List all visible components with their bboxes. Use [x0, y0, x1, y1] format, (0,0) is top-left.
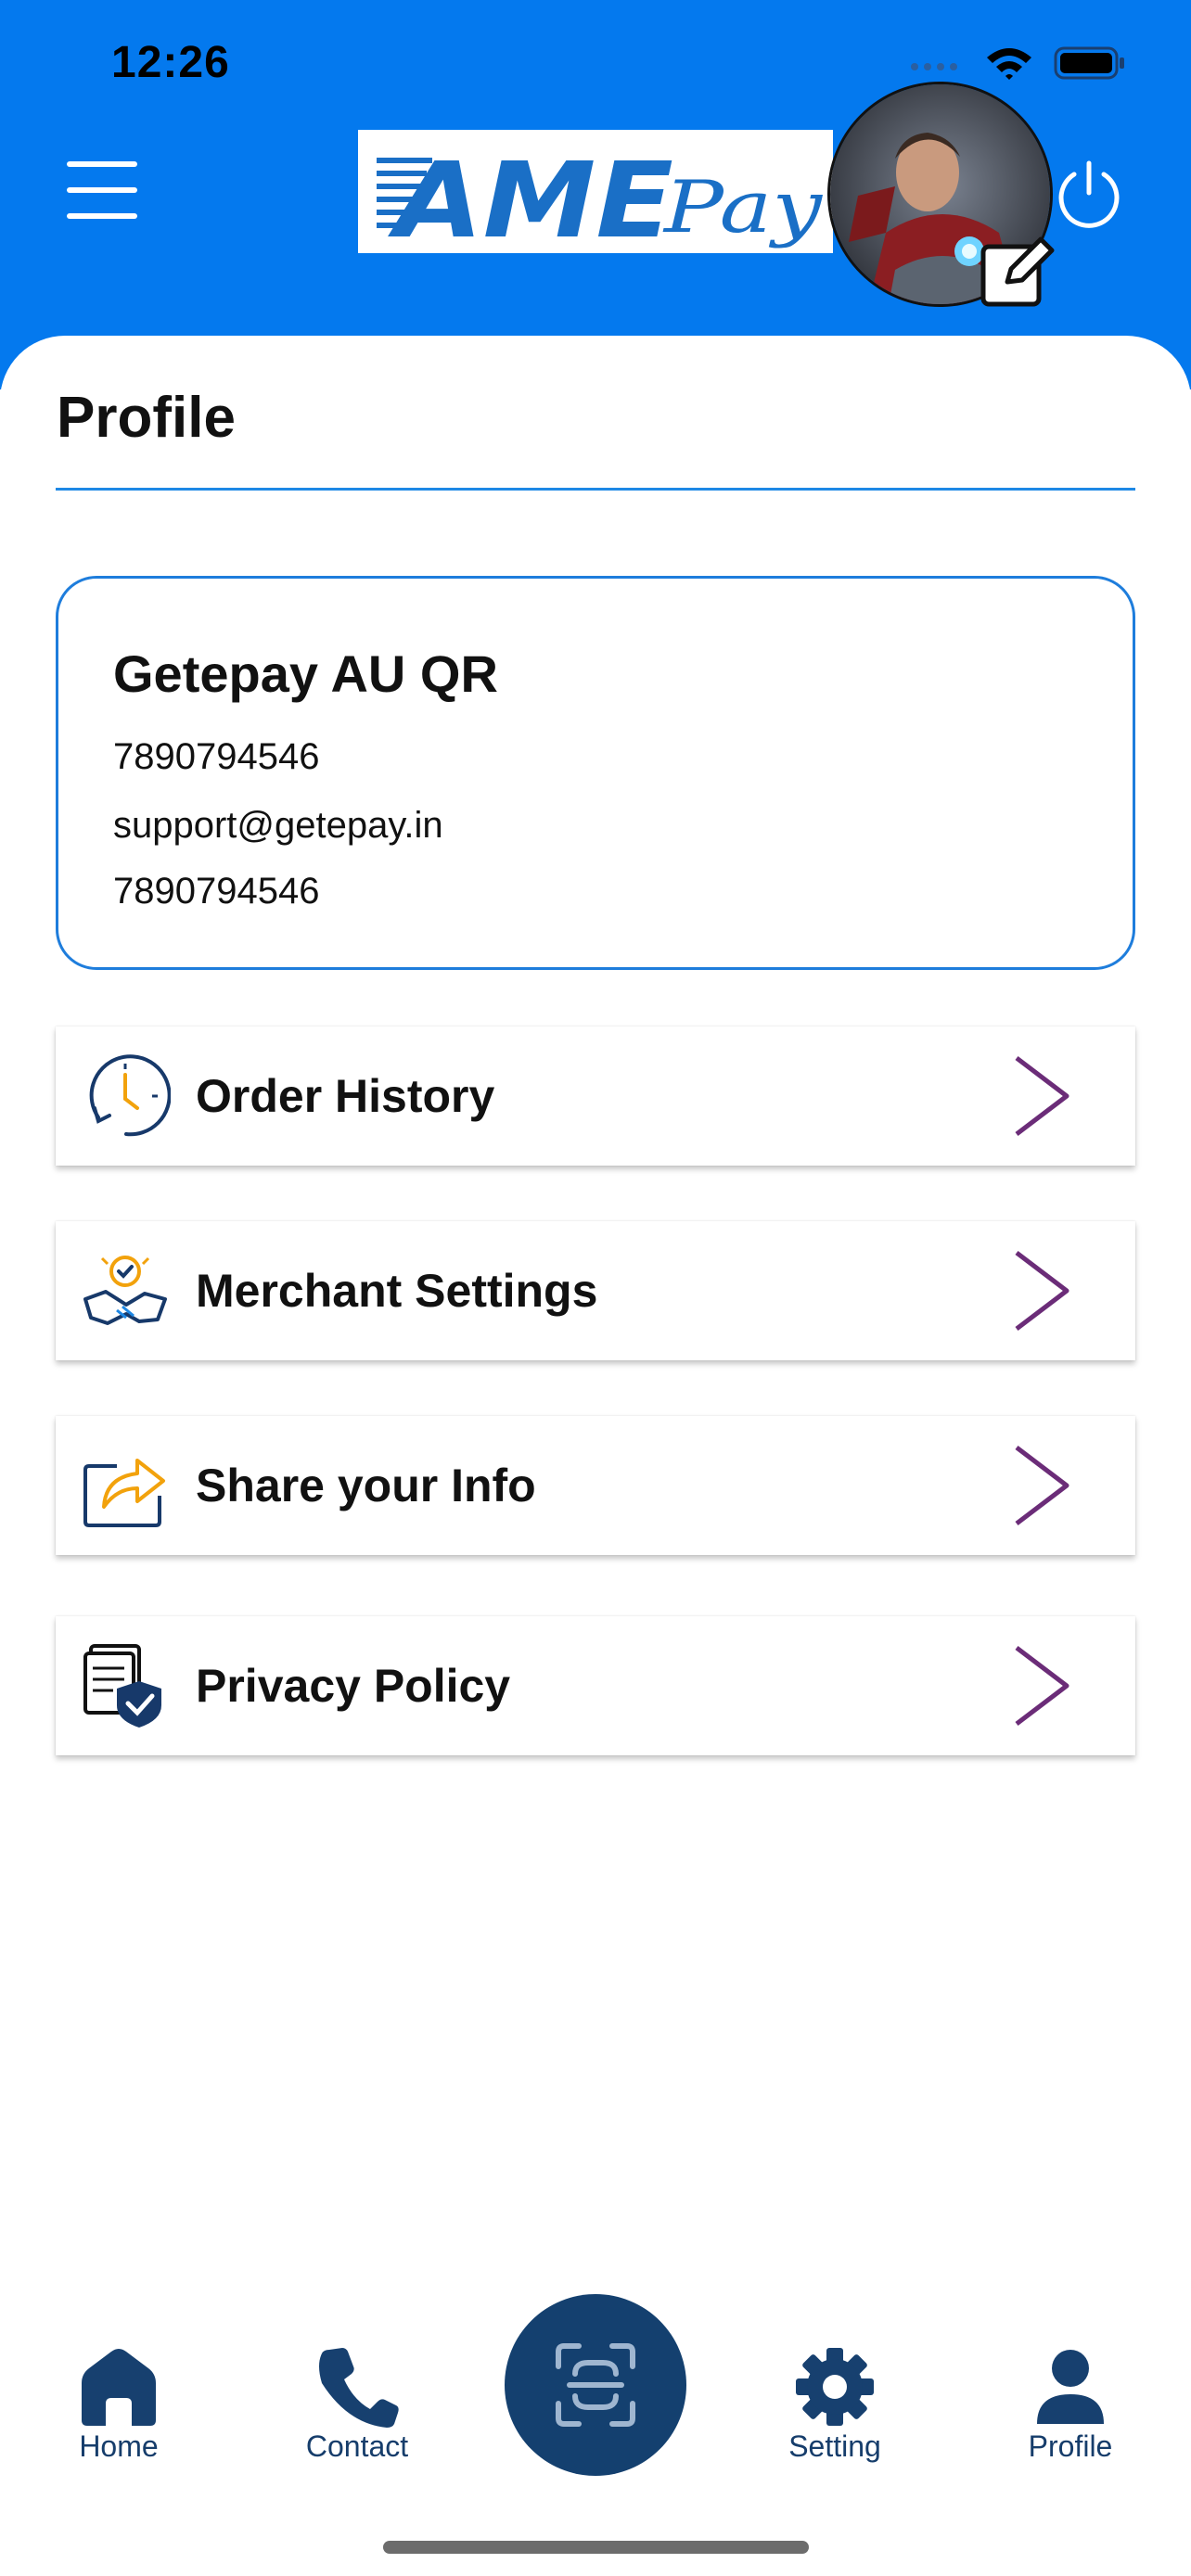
profile-name: Getepay AU QR [113, 644, 498, 703]
cellular-signal-icon [911, 63, 957, 70]
status-time: 12:26 [111, 38, 230, 87]
chevron-right-icon [1015, 1446, 1069, 1525]
chevron-right-icon [1015, 1056, 1069, 1136]
power-icon[interactable] [1052, 158, 1126, 232]
menu-item-privacy-policy[interactable]: Privacy Policy [56, 1616, 1135, 1755]
menu-label: Share your Info [196, 1460, 536, 1511]
order-history-clock-icon [89, 1054, 171, 1137]
menu-item-order-history[interactable]: Order History [56, 1027, 1135, 1166]
scan-icon [556, 2343, 635, 2427]
phone-icon [319, 2348, 399, 2428]
home-icon [82, 2349, 156, 2426]
logo-script-text: Pay [662, 166, 824, 249]
status-icons [909, 45, 1126, 82]
share-icon [83, 1459, 165, 1527]
chevron-right-icon [1015, 1251, 1069, 1331]
profile-email: support@getepay.in [113, 805, 443, 846]
tab-label: Setting [788, 2429, 881, 2463]
title-divider [56, 488, 1135, 491]
battery-icon [1054, 46, 1124, 80]
scan-qr-button[interactable] [505, 2294, 686, 2476]
page-title: Profile [57, 386, 236, 450]
menu-label: Order History [196, 1070, 495, 1122]
menu-item-merchant-settings[interactable]: Merchant Settings [56, 1221, 1135, 1360]
menu-label: Merchant Settings [196, 1265, 598, 1317]
tab-home[interactable]: Home [35, 2346, 202, 2485]
hamburger-menu-icon[interactable] [65, 158, 139, 223]
profile-card: Getepay AU QR 7890794546 support@getepay… [56, 576, 1135, 970]
tab-label: Home [79, 2429, 159, 2463]
tab-setting[interactable]: Setting [751, 2346, 918, 2485]
logo-text: AME [387, 141, 673, 253]
chevron-right-icon [1015, 1646, 1069, 1726]
amepay-logo: AME Pay [358, 130, 833, 261]
gear-icon [796, 2348, 874, 2426]
edit-profile-icon[interactable] [980, 234, 1056, 310]
tab-contact[interactable]: Contact [274, 2346, 441, 2485]
menu-item-share-info[interactable]: Share your Info [56, 1416, 1135, 1555]
profile-phone: 7890794546 [113, 736, 320, 777]
menu-label: Privacy Policy [196, 1660, 511, 1712]
profile-phone-alt: 7890794546 [113, 871, 320, 912]
user-icon [1037, 2350, 1104, 2424]
wifi-icon [987, 48, 1031, 80]
privacy-shield-icon [83, 1644, 161, 1728]
tab-profile[interactable]: Profile [987, 2346, 1154, 2485]
tab-label: Profile [1028, 2429, 1113, 2463]
home-indicator [383, 2541, 809, 2554]
tab-label: Contact [305, 2429, 409, 2463]
merchant-handshake-icon [83, 1256, 167, 1325]
